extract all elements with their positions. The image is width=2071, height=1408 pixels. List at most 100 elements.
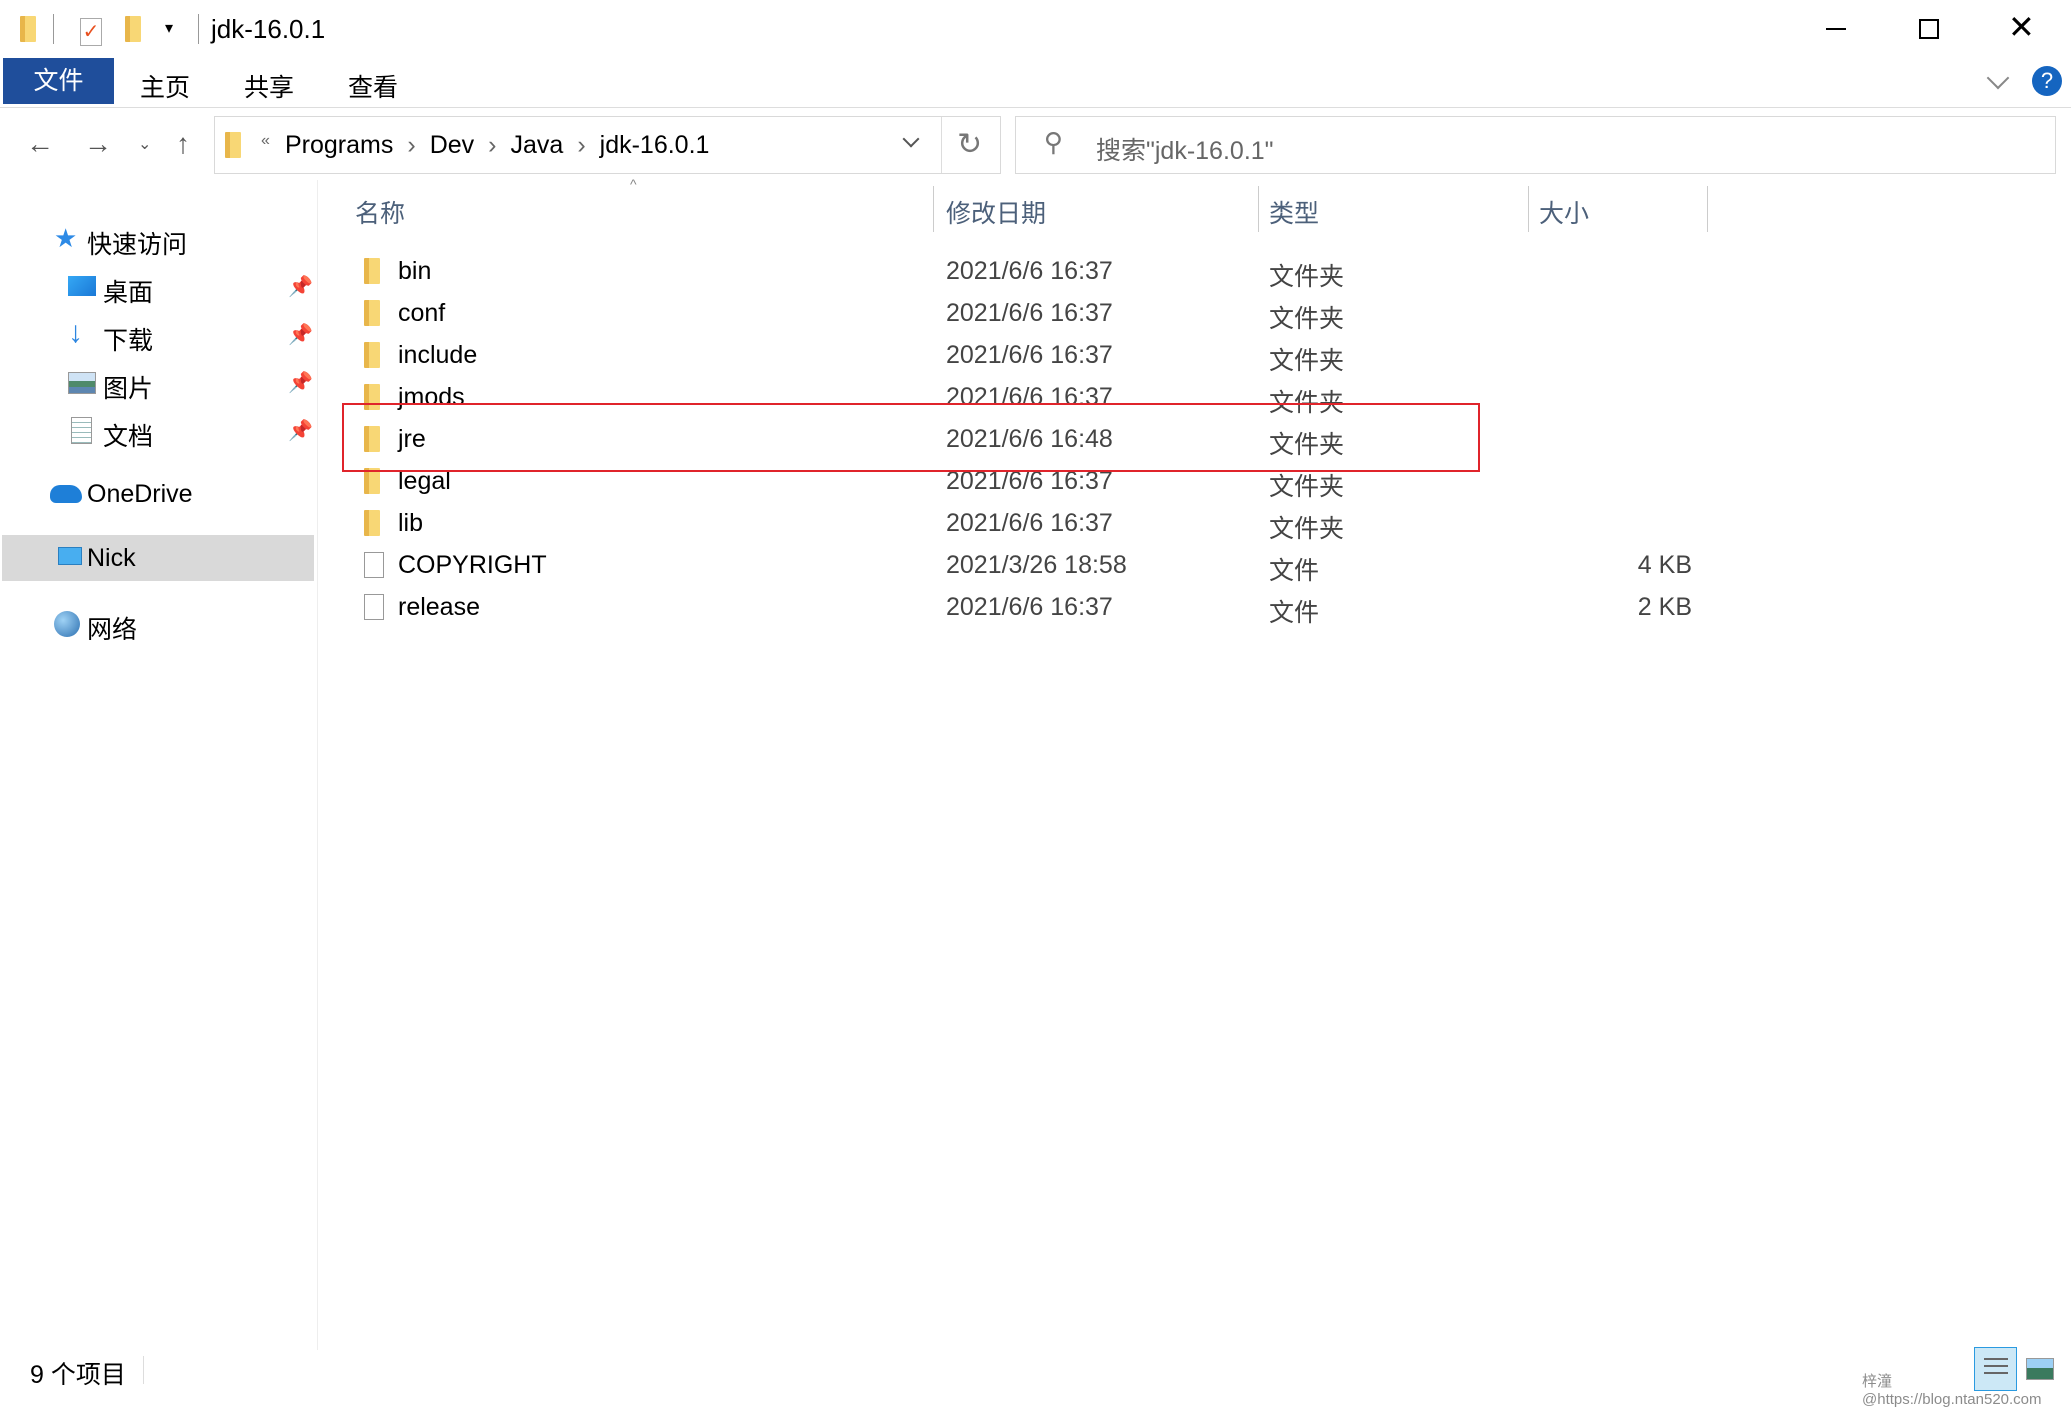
watermark: 梓潼@https://blog.ntan520.com bbox=[1862, 1373, 2042, 1408]
file-row[interactable]: include 2021/6/6 16:37 文件夹 bbox=[342, 334, 1707, 376]
file-type: 文件夹 bbox=[1269, 305, 1345, 333]
tab-file[interactable]: 文件 bbox=[3, 58, 114, 104]
crumb[interactable]: jdk-16.0.1 bbox=[600, 131, 710, 159]
file-row[interactable]: release 2021/6/6 16:37 文件 2 KB bbox=[342, 586, 1707, 628]
refresh-icon[interactable]: ↻ bbox=[957, 127, 982, 162]
sidebar-item-label: OneDrive bbox=[87, 480, 193, 508]
maximize-icon[interactable] bbox=[1919, 19, 1939, 39]
back-icon[interactable]: ← bbox=[26, 128, 54, 160]
tab-label: 文件 bbox=[33, 67, 84, 95]
sidebar-item-pictures[interactable]: 图片 📌 bbox=[0, 360, 317, 406]
column-divider[interactable] bbox=[1258, 186, 1259, 232]
tab-home[interactable]: 主页 bbox=[140, 68, 190, 104]
tab-view[interactable]: 查看 bbox=[348, 68, 398, 104]
divider bbox=[941, 117, 942, 173]
computer-icon bbox=[58, 547, 82, 565]
column-divider[interactable] bbox=[1528, 186, 1529, 232]
file-date: 2021/3/26 18:58 bbox=[946, 551, 1127, 579]
up-icon[interactable]: ↑ bbox=[176, 128, 190, 160]
help-icon[interactable]: ? bbox=[2032, 66, 2062, 96]
sidebar-item-quick-access[interactable]: ★ 快速访问 bbox=[0, 216, 317, 262]
sidebar-item-label: 文档 bbox=[103, 423, 154, 451]
file-name: include bbox=[398, 341, 478, 369]
file-date: 2021/6/6 16:37 bbox=[946, 299, 1113, 327]
properties-icon[interactable]: ✓ bbox=[80, 18, 102, 46]
column-header-type[interactable]: 类型 bbox=[1269, 194, 1319, 230]
sort-ascending-icon: ^ bbox=[630, 176, 637, 192]
file-date: 2021/6/6 16:37 bbox=[946, 257, 1113, 285]
file-icon bbox=[364, 552, 384, 578]
close-icon[interactable]: ✕ bbox=[2008, 8, 2035, 46]
overflow-icon[interactable]: « bbox=[261, 132, 270, 150]
folder-icon bbox=[364, 342, 380, 368]
file-type: 文件 bbox=[1269, 557, 1320, 585]
forward-icon[interactable]: → bbox=[84, 128, 112, 160]
file-name: conf bbox=[398, 299, 446, 327]
search-placeholder: 搜索"jdk-16.0.1" bbox=[1096, 137, 1274, 165]
sidebar-item-downloads[interactable]: ↓ 下载 📌 bbox=[0, 312, 317, 358]
customize-toolbar-icon[interactable]: ▾ bbox=[165, 18, 173, 38]
pin-icon[interactable]: 📌 bbox=[288, 418, 313, 443]
sidebar-item-label: 下载 bbox=[103, 327, 154, 355]
chevron-right-icon: › bbox=[407, 131, 416, 159]
chevron-down-icon[interactable] bbox=[902, 130, 920, 148]
sidebar-item-label: 图片 bbox=[103, 375, 154, 403]
window-title: jdk-16.0.1 bbox=[211, 14, 326, 44]
file-name: lib bbox=[398, 509, 424, 537]
file-type: 文件夹 bbox=[1269, 347, 1345, 375]
sidebar-item-onedrive[interactable]: OneDrive bbox=[0, 471, 317, 517]
file-type: 文件夹 bbox=[1269, 263, 1345, 291]
crumb[interactable]: Java bbox=[511, 131, 564, 159]
address-bar[interactable]: « Programs › Dev › Java › jdk-16.0.1 ↻ bbox=[214, 116, 1001, 174]
file-row[interactable]: lib 2021/6/6 16:37 文件夹 bbox=[342, 502, 1707, 544]
quick-access-folder-icon bbox=[20, 16, 36, 49]
folder-icon bbox=[364, 300, 380, 326]
file-icon bbox=[364, 594, 384, 620]
recent-locations-icon[interactable]: ⌄ bbox=[138, 134, 151, 154]
sidebar-item-documents[interactable]: 文档 📌 bbox=[0, 408, 317, 454]
minimize-icon[interactable] bbox=[1826, 28, 1846, 30]
expand-ribbon-icon[interactable] bbox=[1986, 66, 2010, 90]
sidebar-item-desktop[interactable]: 桌面 📌 bbox=[0, 264, 317, 310]
divider bbox=[143, 1356, 144, 1384]
file-row[interactable]: conf 2021/6/6 16:37 文件夹 bbox=[342, 292, 1707, 334]
folder-icon bbox=[225, 132, 241, 158]
file-type: 文件 bbox=[1269, 599, 1320, 627]
file-row[interactable]: bin 2021/6/6 16:37 文件夹 bbox=[342, 250, 1707, 292]
download-icon: ↓ bbox=[68, 316, 83, 349]
sidebar-item-network[interactable]: 网络 bbox=[0, 601, 317, 647]
column-header-size[interactable]: 大小 bbox=[1539, 194, 1589, 230]
documents-icon bbox=[71, 417, 92, 444]
desktop-icon bbox=[68, 276, 96, 296]
sidebar-item-this-pc[interactable]: Nick bbox=[2, 535, 314, 581]
crumb[interactable]: Dev bbox=[430, 131, 474, 159]
crumb[interactable]: Programs bbox=[285, 131, 393, 159]
file-date: 2021/6/6 16:37 bbox=[946, 593, 1113, 621]
file-row[interactable]: COPYRIGHT 2021/3/26 18:58 文件 4 KB bbox=[342, 544, 1707, 586]
column-header-date[interactable]: 修改日期 bbox=[946, 194, 1046, 230]
file-name: release bbox=[398, 593, 480, 621]
pin-icon[interactable]: 📌 bbox=[288, 322, 313, 347]
tab-share[interactable]: 共享 bbox=[244, 68, 294, 104]
star-icon: ★ bbox=[54, 223, 78, 253]
column-header-name[interactable]: 名称 bbox=[355, 194, 405, 230]
file-size: 4 KB bbox=[1637, 551, 1692, 579]
divider bbox=[198, 14, 199, 44]
file-name: COPYRIGHT bbox=[398, 551, 547, 579]
file-date: 2021/6/6 16:37 bbox=[946, 341, 1113, 369]
sidebar-item-label: 桌面 bbox=[103, 279, 154, 307]
chevron-right-icon: › bbox=[488, 131, 497, 159]
divider bbox=[0, 107, 2071, 108]
file-type: 文件夹 bbox=[1269, 473, 1345, 501]
column-divider[interactable] bbox=[1707, 186, 1708, 232]
pictures-icon bbox=[68, 372, 96, 394]
file-date: 2021/6/6 16:37 bbox=[946, 509, 1113, 537]
new-folder-icon[interactable] bbox=[125, 16, 141, 49]
file-type: 文件夹 bbox=[1269, 515, 1345, 543]
pin-icon[interactable]: 📌 bbox=[288, 370, 313, 395]
folder-icon bbox=[364, 258, 380, 284]
breadcrumb: Programs › Dev › Java › jdk-16.0.1 bbox=[285, 131, 709, 160]
pin-icon[interactable]: 📌 bbox=[288, 274, 313, 299]
search-input[interactable]: ⚲ 搜索"jdk-16.0.1" bbox=[1015, 116, 2056, 174]
column-divider[interactable] bbox=[933, 186, 934, 232]
